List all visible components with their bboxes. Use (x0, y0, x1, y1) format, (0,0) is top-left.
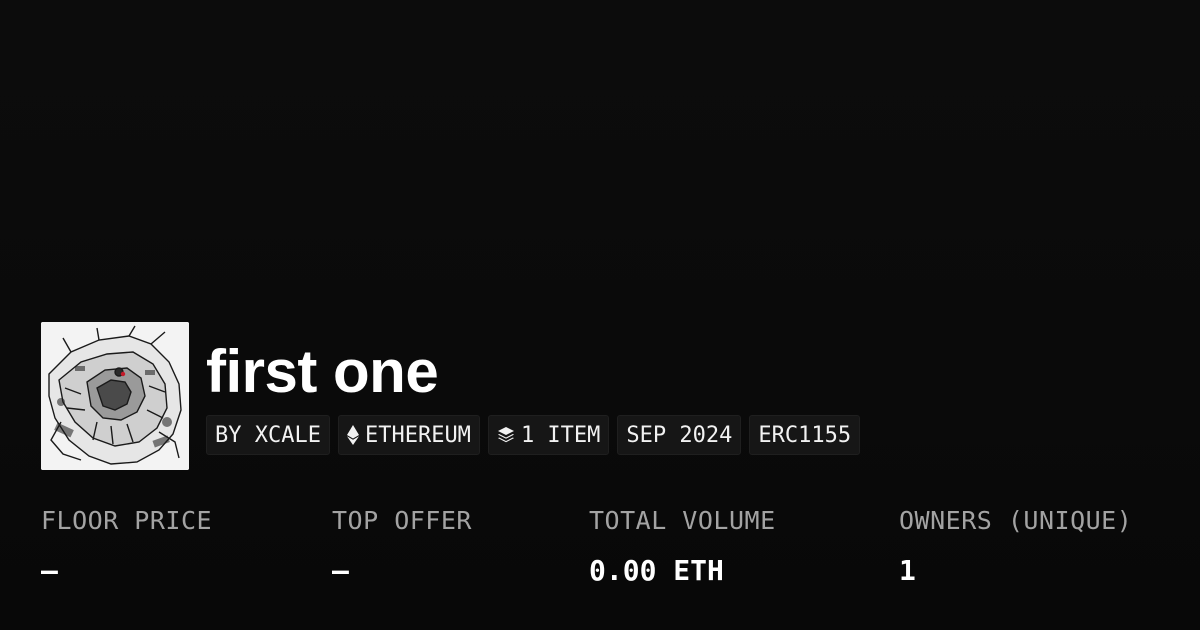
creator-chip[interactable]: BY XCALE (206, 415, 330, 455)
items-label: 1 ITEM (520, 422, 601, 448)
total-volume-label: TOTAL VOLUME (589, 506, 776, 535)
mecha-robot-artwork-icon (41, 322, 189, 470)
floor-price-stat: FLOOR PRICE – (41, 503, 212, 589)
floor-price-label: FLOOR PRICE (41, 506, 213, 535)
top-offer-value: – (332, 554, 349, 587)
collection-avatar[interactable] (41, 322, 189, 470)
owners-stat: OWNERS (UNIQUE) 1 (899, 503, 1132, 589)
creator-label: BY XCALE (215, 422, 321, 448)
total-volume-stat: TOTAL VOLUME 0.00 ETH (589, 503, 776, 589)
standard-chip: ERC1155 (749, 415, 861, 455)
total-volume-value: 0.00 ETH (589, 554, 724, 587)
floor-price-value: – (41, 554, 58, 587)
items-chip: 1 ITEM (487, 415, 610, 455)
collection-title: first one (206, 338, 439, 405)
owners-label: OWNERS (UNIQUE) (899, 506, 1133, 535)
ethereum-icon (346, 425, 359, 445)
layers-icon (497, 426, 515, 444)
top-offer-stat: TOP OFFER – (332, 503, 472, 589)
chain-chip: ETHEREUM (337, 415, 480, 455)
owners-value: 1 (899, 554, 916, 587)
chain-label: ETHEREUM (364, 422, 471, 448)
top-offer-label: TOP OFFER (332, 506, 472, 535)
date-label: SEP 2024 (626, 422, 733, 448)
date-chip: SEP 2024 (617, 415, 742, 455)
standard-label: ERC1155 (758, 422, 852, 448)
collection-meta-chips: BY XCALE ETHEREUM 1 ITEM SEP 2024 ERC115… (206, 415, 861, 455)
